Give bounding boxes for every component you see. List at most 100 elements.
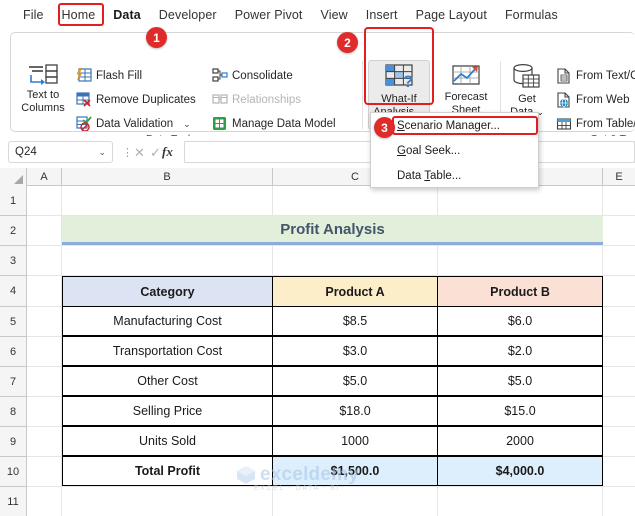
text-to-columns-icon: [26, 63, 60, 89]
row-header-7[interactable]: 7: [0, 367, 27, 397]
data-table-label: Data Table...: [397, 170, 461, 182]
gridline: [27, 245, 635, 246]
from-web-icon: [556, 92, 572, 108]
name-box-chevron-down-icon[interactable]: ⌄: [98, 147, 106, 158]
table-row[interactable]: Selling Price: [62, 396, 273, 426]
row-header-10[interactable]: 10: [0, 457, 27, 487]
flash-fill-button[interactable]: Flash Fill: [76, 68, 142, 83]
enter-icon[interactable]: ✓: [150, 145, 161, 161]
name-box[interactable]: Q24 ⌄: [8, 141, 113, 163]
row-header-2[interactable]: 2: [0, 216, 27, 246]
spreadsheet: A B C D E 1 2 3 4 5 6 7 8 9 10 11: [0, 168, 635, 516]
goal-seek-label: Goal Seek...: [397, 145, 460, 157]
menu-item-goal-seek[interactable]: Goal Seek...: [371, 138, 538, 163]
row-header-6[interactable]: 6: [0, 337, 27, 367]
scenario-manager-label: Scenario Manager...: [397, 120, 500, 132]
table-row[interactable]: $6.0: [437, 306, 603, 336]
excel-window: File Home Data Developer Power Pivot Vie…: [0, 0, 635, 516]
row-header-5[interactable]: 5: [0, 307, 27, 337]
forecast-sheet-label-line1: Forecast: [445, 91, 488, 104]
from-table-range-label: From Table/R: [576, 118, 635, 130]
manage-data-model-button[interactable]: Manage Data Model: [212, 116, 336, 131]
row-header-3[interactable]: 3: [0, 246, 27, 276]
sheet-title-cell[interactable]: Profit Analysis: [62, 216, 603, 245]
row-header-11[interactable]: 11: [0, 487, 27, 516]
table-row[interactable]: $2.0: [437, 336, 603, 366]
annotation-badge-3: 3: [374, 117, 395, 138]
ribbon: Text to Columns Flash Fill: [0, 29, 635, 135]
get-data-label-line1: Get: [518, 93, 536, 106]
relationships-icon: [212, 92, 228, 107]
table-row[interactable]: $3.0: [272, 336, 438, 366]
tab-file[interactable]: File: [14, 5, 53, 25]
total-profit-product-a[interactable]: $1,500.0: [272, 456, 438, 486]
formula-bar: Q24 ⌄ ⋮ ✕ ✓ fx: [0, 136, 635, 168]
tab-home[interactable]: Home: [53, 5, 105, 25]
column-header-b[interactable]: B: [62, 168, 273, 186]
tab-page-layout[interactable]: Page Layout: [407, 5, 496, 25]
column-header-a[interactable]: A: [27, 168, 62, 186]
table-header-product-b[interactable]: Product B: [437, 276, 603, 307]
name-box-value: Q24: [15, 146, 37, 158]
select-all-corner[interactable]: [0, 168, 27, 186]
what-if-analysis-menu: Scenario Manager... Goal Seek... Data Ta…: [370, 112, 539, 188]
row-header-1[interactable]: 1: [0, 186, 27, 216]
what-if-analysis-icon: ?: [381, 63, 417, 93]
row-header-4[interactable]: 4: [0, 276, 27, 307]
tab-developer[interactable]: Developer: [150, 5, 226, 25]
table-row[interactable]: $18.0: [272, 396, 438, 426]
table-row[interactable]: Manufacturing Cost: [62, 306, 273, 336]
table-row[interactable]: Transportation Cost: [62, 336, 273, 366]
table-row[interactable]: $15.0: [437, 396, 603, 426]
flash-fill-label: Flash Fill: [96, 70, 142, 82]
consolidate-label: Consolidate: [232, 70, 293, 82]
text-to-columns-button[interactable]: Text to Columns: [14, 63, 72, 115]
svg-text:?: ?: [403, 72, 413, 91]
from-table-range-button[interactable]: From Table/R: [556, 116, 635, 132]
get-data-button[interactable]: Get Data ⌄: [504, 63, 550, 119]
row-header-9[interactable]: 9: [0, 427, 27, 457]
forecast-sheet-icon: [449, 63, 483, 91]
table-row[interactable]: 2000: [437, 426, 603, 456]
from-text-csv-button[interactable]: From Text/CS: [556, 68, 635, 84]
relationships-button: Relationships: [212, 92, 301, 107]
consolidate-button[interactable]: Consolidate: [212, 68, 293, 83]
table-row[interactable]: $5.0: [437, 366, 603, 396]
annotation-badge-1: 1: [146, 27, 167, 48]
table-row[interactable]: Other Cost: [62, 366, 273, 396]
what-if-analysis-button[interactable]: ? What-If Analysis ⌄: [369, 63, 429, 119]
from-web-label: From Web: [576, 94, 629, 106]
from-web-button[interactable]: From Web: [556, 92, 629, 108]
annotation-badge-2: 2: [337, 32, 358, 53]
row-header-8[interactable]: 8: [0, 397, 27, 427]
data-validation-label: Data Validation: [96, 118, 173, 130]
cancel-icon[interactable]: ✕: [134, 145, 145, 161]
table-row[interactable]: 1000: [272, 426, 438, 456]
formula-bar-more-icon[interactable]: ⋮: [122, 146, 133, 159]
tab-insert[interactable]: Insert: [357, 5, 407, 25]
gridline: [27, 486, 635, 487]
table-header-category[interactable]: Category: [62, 276, 273, 307]
remove-duplicates-button[interactable]: Remove Duplicates: [76, 92, 196, 107]
tab-view[interactable]: View: [311, 5, 356, 25]
tab-data[interactable]: Data: [104, 5, 150, 25]
tab-power-pivot[interactable]: Power Pivot: [226, 5, 312, 25]
text-to-columns-label-line1: Text to: [27, 89, 59, 102]
menu-item-scenario-manager[interactable]: Scenario Manager...: [371, 113, 538, 138]
column-header-row: A B C D E: [0, 168, 635, 186]
data-validation-button[interactable]: Data Validation ⌄: [76, 116, 191, 131]
ribbon-tab-bar: File Home Data Developer Power Pivot Vie…: [0, 0, 635, 29]
forecast-sheet-button[interactable]: Forecast Sheet: [437, 63, 495, 117]
what-if-label-line1: What-If: [381, 93, 416, 106]
table-row[interactable]: Units Sold: [62, 426, 273, 456]
total-profit-product-b[interactable]: $4,000.0: [437, 456, 603, 486]
insert-function-icon[interactable]: fx: [162, 144, 173, 160]
menu-item-data-table[interactable]: Data Table...: [371, 163, 538, 188]
remove-duplicates-icon: [76, 92, 92, 107]
column-header-e[interactable]: E: [603, 168, 635, 186]
table-row[interactable]: $5.0: [272, 366, 438, 396]
tab-formulas[interactable]: Formulas: [496, 5, 567, 25]
total-profit-label[interactable]: Total Profit: [62, 456, 273, 486]
table-row[interactable]: $8.5: [272, 306, 438, 336]
table-header-product-a[interactable]: Product A: [272, 276, 438, 307]
